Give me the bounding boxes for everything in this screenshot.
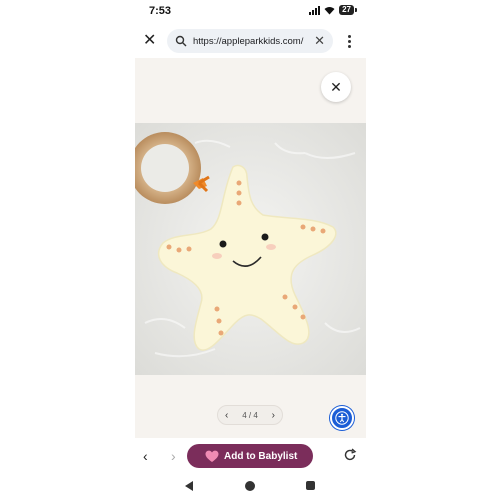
- close-icon[interactable]: ✕: [143, 32, 156, 50]
- wifi-icon: [324, 6, 335, 14]
- next-image-icon[interactable]: ›: [272, 410, 275, 421]
- recents-square-icon[interactable]: [306, 481, 315, 490]
- reload-icon[interactable]: [343, 448, 357, 462]
- phone-screen: 7:53 27 ✕ https://appleparkkids.com/ ✕ ✕…: [135, 0, 366, 500]
- status-bar: 7:53 27: [135, 0, 366, 24]
- heart-icon: [205, 450, 219, 462]
- signal-icon: [309, 5, 321, 15]
- status-time: 7:53: [149, 5, 172, 17]
- system-navigation-bar: [135, 476, 366, 500]
- viewer-close-button[interactable]: ✕: [321, 72, 351, 102]
- status-icons: 27: [309, 5, 357, 15]
- image-viewer: ✕ ‹ 4 / 4 ›: [135, 58, 366, 438]
- battery-indicator: 27: [339, 5, 357, 15]
- add-to-babylist-label: Add to Babylist: [224, 450, 298, 462]
- more-vert-icon[interactable]: [347, 35, 351, 48]
- address-bar[interactable]: https://appleparkkids.com/ ✕: [167, 29, 333, 53]
- back-triangle-icon[interactable]: [185, 481, 193, 491]
- home-circle-icon[interactable]: [245, 481, 255, 491]
- forward-arrow-icon[interactable]: ›: [171, 448, 176, 464]
- search-icon: [175, 35, 187, 47]
- url-text: https://appleparkkids.com/: [193, 35, 304, 47]
- browser-toolbar: ✕ https://appleparkkids.com/ ✕: [135, 26, 366, 56]
- pager-label: 4 / 4: [242, 410, 258, 420]
- product-image[interactable]: [135, 123, 366, 375]
- accessibility-icon: [335, 411, 349, 425]
- clear-icon[interactable]: ✕: [314, 33, 325, 49]
- image-pager: ‹ 4 / 4 ›: [217, 405, 283, 425]
- previous-image-icon[interactable]: ‹: [225, 410, 228, 421]
- close-icon: ✕: [330, 78, 342, 95]
- bottom-toolbar: ‹ › Add to Babylist: [135, 438, 366, 474]
- accessibility-button[interactable]: [330, 406, 354, 430]
- add-to-babylist-button[interactable]: Add to Babylist: [187, 444, 313, 468]
- back-arrow-icon[interactable]: ‹: [143, 448, 148, 464]
